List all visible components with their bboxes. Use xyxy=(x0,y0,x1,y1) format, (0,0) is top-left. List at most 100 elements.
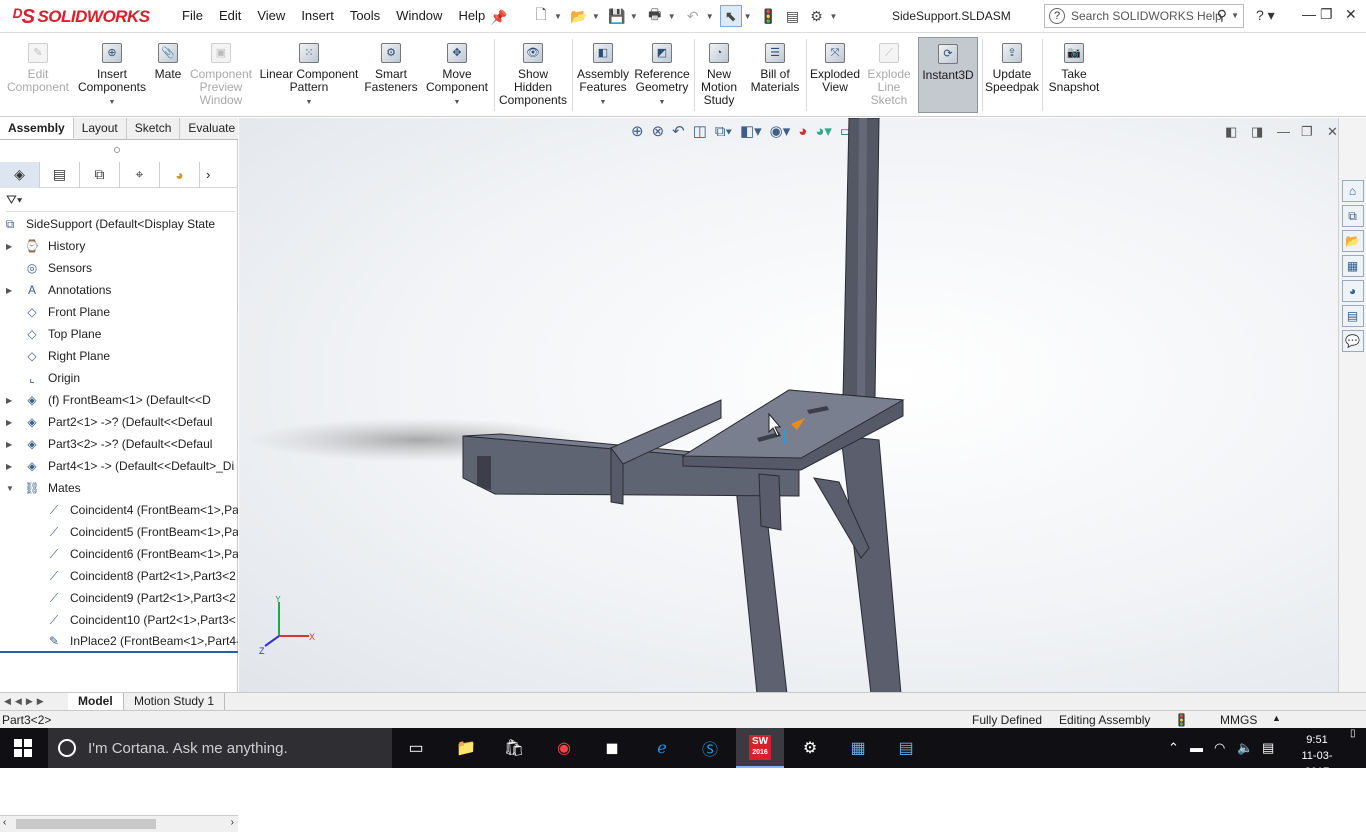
forum-icon[interactable]: 💬 xyxy=(1341,330,1364,352)
search-dropdown-icon[interactable]: ▼ xyxy=(1231,11,1239,20)
save-icon[interactable]: 💾 xyxy=(606,5,628,27)
move-component-button[interactable]: ✥ Move Component ▼ xyxy=(422,37,492,113)
menu-view[interactable]: View xyxy=(249,8,293,23)
tree-node[interactable]: ⌞ Origin xyxy=(0,367,238,389)
restore-icon[interactable]: ❐ xyxy=(1320,6,1333,23)
home-icon[interactable]: ⌂ xyxy=(1341,180,1364,202)
rebuild-icon[interactable]: 🚦 xyxy=(758,5,780,27)
update-speedpak-button[interactable]: ⇪ Update Speedpak xyxy=(984,37,1040,113)
tree-node[interactable]: ⟋ Coincident10 (Part2<1>,Part3< xyxy=(0,609,238,631)
expand-toggle-icon[interactable]: ▶ xyxy=(6,462,12,471)
print-dropdown-icon[interactable]: ▼ xyxy=(668,12,676,21)
tree-node[interactable]: ⧉ SideSupport (Default<Display State xyxy=(0,213,238,235)
chrome-icon[interactable]: ◉ xyxy=(540,728,588,768)
tree-node[interactable]: ⟋ Coincident5 (FrontBeam<1>,Pa xyxy=(0,521,238,543)
take-snapshot-button[interactable]: 📷 Take Snapshot xyxy=(1046,37,1102,113)
tab-assembly[interactable]: Assembly xyxy=(0,118,74,139)
volume-icon[interactable]: 🔈 xyxy=(1237,740,1253,756)
tree-node[interactable]: ▶ ◈ Part3<2> ->? (Default<<Defaul xyxy=(0,433,238,455)
tree-node[interactable]: ⟋ Coincident4 (FrontBeam<1>,Pa xyxy=(0,499,238,521)
tree-node[interactable]: ⟋ Coincident8 (Part2<1>,Part3<2 xyxy=(0,565,238,587)
menu-insert[interactable]: Insert xyxy=(293,8,342,23)
show-desktop-icon[interactable]: ▯ xyxy=(1350,728,1356,739)
file-explorer-taskbar-icon[interactable]: 📁 xyxy=(442,728,490,768)
tree-node[interactable]: ⟋ Coincident9 (Part2<1>,Part3<2 xyxy=(0,587,238,609)
tree-node[interactable]: ▼ ⛓ Mates xyxy=(0,477,238,499)
app-icon[interactable]: ◼ xyxy=(588,728,636,768)
search-icon[interactable]: ⚲ xyxy=(1217,7,1227,24)
system-clock[interactable]: 9:51 11-03-2017 xyxy=(1294,732,1340,780)
expand-toggle-icon[interactable]: ▶ xyxy=(6,440,12,449)
dropdown-arrow-icon[interactable]: ▼ xyxy=(659,96,666,109)
tab-evaluate[interactable]: Evaluate xyxy=(180,118,245,139)
new-motion-study-button[interactable]: ◔ New Motion Study xyxy=(698,37,740,113)
tree-filter[interactable]: ⛛▾ xyxy=(6,192,236,212)
options-dropdown-icon[interactable]: ▼ xyxy=(830,12,838,21)
tree-node[interactable]: ▶ ⌚ History xyxy=(0,235,238,257)
notifications-icon[interactable]: ▤ xyxy=(1262,740,1274,756)
appearances-icon[interactable]: ◕ xyxy=(1341,280,1364,302)
edit-component-button[interactable]: ✎ Edit Component xyxy=(4,37,72,113)
tree-node[interactable]: ▶ ◈ Part4<1> -> (Default<<Default>_Di xyxy=(0,455,238,477)
wifi-icon[interactable]: ◠ xyxy=(1214,740,1225,756)
select-icon[interactable]: ⬉ xyxy=(719,5,742,27)
component-preview-button[interactable]: ▣ Component Preview Window xyxy=(188,37,254,113)
scroll-right-icon[interactable]: › xyxy=(231,817,234,828)
print-icon[interactable]: 🖶 xyxy=(644,5,666,27)
help-icon[interactable]: ? ▾ xyxy=(1256,7,1275,24)
assembly-features-button[interactable]: ◧ Assembly Features ▼ xyxy=(574,37,632,113)
tab-sketch[interactable]: Sketch xyxy=(127,118,181,139)
select-dropdown-icon[interactable]: ▼ xyxy=(744,12,752,21)
pin-menu-icon[interactable]: 📌 xyxy=(490,9,507,26)
new-document-icon[interactable]: 🗋 xyxy=(530,5,552,27)
dropdown-arrow-icon[interactable]: ▼ xyxy=(306,96,313,109)
menu-window[interactable]: Window xyxy=(388,8,450,23)
display-manager-tab-icon[interactable]: ◕ xyxy=(160,161,200,188)
solidworks-logo[interactable]: ᴰS SOLIDWORKS xyxy=(12,5,150,29)
assembly-model[interactable] xyxy=(239,118,1338,694)
explode-line-sketch-button[interactable]: ⟋ Explode Line Sketch xyxy=(864,37,914,113)
close-icon[interactable]: ✕ xyxy=(1345,6,1357,23)
insert-components-button[interactable]: ⊕ Insert Components ▼ xyxy=(76,37,148,113)
scroll-left-icon[interactable]: ‹ xyxy=(3,817,6,828)
control-panel-icon[interactable]: ▦ xyxy=(834,728,882,768)
expand-toggle-icon[interactable]: ▶ xyxy=(6,396,12,405)
menu-tools[interactable]: Tools xyxy=(342,8,388,23)
save-dropdown-icon[interactable]: ▼ xyxy=(630,12,638,21)
smart-fasteners-button[interactable]: ⚙ Smart Fasteners xyxy=(364,37,418,113)
dropdown-arrow-icon[interactable]: ▼ xyxy=(454,96,461,109)
undo-icon[interactable]: ↶ xyxy=(682,5,704,27)
internet-explorer-icon[interactable]: ℯ xyxy=(638,728,686,768)
instant3d-button[interactable]: ⟳ Instant3D xyxy=(918,37,978,113)
mate-button[interactable]: 📎 Mate xyxy=(150,37,186,113)
calculator-icon[interactable]: ▤ xyxy=(882,728,930,768)
rebuild-status-icon[interactable]: 🚦 xyxy=(1174,713,1189,727)
windows-start-icon[interactable] xyxy=(14,739,32,757)
skype-icon[interactable]: Ⓢ xyxy=(686,728,734,768)
design-library-icon[interactable]: ⧉ xyxy=(1341,205,1364,227)
tab-motion-study[interactable]: Motion Study 1 xyxy=(124,693,226,710)
tree-node[interactable]: ▶ ◈ Part2<1> ->? (Default<<Defaul xyxy=(0,411,238,433)
tab-nav-icon[interactable]: ◀◀▶▶ xyxy=(4,696,48,707)
cortana-search[interactable]: I'm Cortana. Ask me anything. xyxy=(48,728,392,768)
tray-overflow-icon[interactable]: ⌃ xyxy=(1168,740,1179,756)
undo-dropdown-icon[interactable]: ▼ xyxy=(706,12,714,21)
settings-gear-icon[interactable]: ⚙ xyxy=(786,728,834,768)
more-tabs-icon[interactable]: › xyxy=(206,167,210,182)
tree-node[interactable]: ◇ Right Plane xyxy=(0,345,238,367)
solidworks-taskbar-icon[interactable]: SW 2016 xyxy=(736,728,784,768)
menu-edit[interactable]: Edit xyxy=(211,8,249,23)
store-icon[interactable]: 🛍 xyxy=(490,728,538,768)
options-gear-icon[interactable]: ⚙ xyxy=(806,5,828,27)
file-properties-icon[interactable]: ▤ xyxy=(782,5,804,27)
unit-system[interactable]: MMGS xyxy=(1220,713,1257,727)
unit-dropdown-icon[interactable]: ▲ xyxy=(1272,713,1281,723)
panel-grip-icon[interactable] xyxy=(114,147,120,153)
dropdown-arrow-icon[interactable]: ▼ xyxy=(109,96,116,109)
view-palette-icon[interactable]: ▦ xyxy=(1341,255,1364,277)
expand-toggle-icon[interactable]: ▶ xyxy=(6,418,12,427)
scroll-thumb[interactable] xyxy=(16,819,156,829)
expand-toggle-icon[interactable]: ▶ xyxy=(6,286,12,295)
exploded-view-button[interactable]: ⤧ Exploded View xyxy=(808,37,862,113)
tree-node[interactable]: ▶ A Annotations xyxy=(0,279,238,301)
